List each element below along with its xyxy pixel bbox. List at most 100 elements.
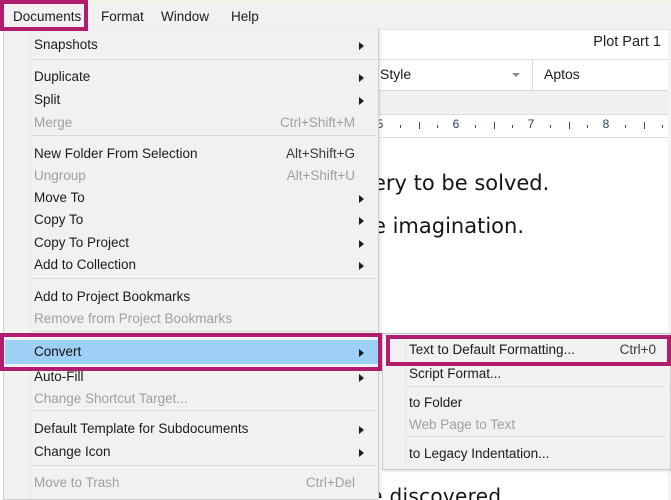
menu-item-label: Copy To bbox=[34, 212, 84, 227]
chevron-right-icon bbox=[359, 42, 364, 50]
menu-item-label: Add to Project Bookmarks bbox=[34, 289, 191, 304]
menu-item-add-to-project-bookmarks[interactable]: Add to Project Bookmarks bbox=[5, 285, 378, 309]
ruler-number-7: 7 bbox=[527, 117, 535, 131]
submenu-item-label: Script Format... bbox=[409, 366, 502, 381]
menu-item-label: Move To bbox=[34, 190, 85, 205]
menu-item-label: Add to Collection bbox=[34, 257, 137, 272]
menu-separator bbox=[32, 59, 376, 60]
menu-item-label: Remove from Project Bookmarks bbox=[34, 311, 233, 326]
menu-item-merge: Merge Ctrl+Shift+M bbox=[5, 111, 378, 135]
menu-item-label: Default Template for Subdocuments bbox=[34, 421, 249, 436]
menu-item-change-shortcut-target: Change Shortcut Target... bbox=[5, 387, 378, 411]
editor-text-line-1: ery to be solved. bbox=[378, 171, 550, 195]
ruler-tick bbox=[474, 125, 476, 128]
chevron-right-icon bbox=[359, 74, 364, 82]
menu-separator bbox=[32, 278, 376, 279]
submenu-item-label: Text to Default Formatting... bbox=[409, 342, 575, 357]
ruler-tick bbox=[643, 122, 645, 129]
submenu-item-label: Web Page to Text bbox=[409, 417, 516, 432]
menu-item-add-to-collection[interactable]: Add to Collection bbox=[5, 253, 378, 277]
chevron-right-icon bbox=[359, 374, 364, 382]
ruler-tick bbox=[568, 122, 570, 129]
submenu-item-web-page-to-text: Web Page to Text bbox=[384, 413, 670, 437]
ruler-number-8: 8 bbox=[602, 117, 610, 131]
editor-text-line-2: e imagination. bbox=[378, 214, 524, 238]
submenu-item-label: to Folder bbox=[409, 395, 463, 410]
menu-item-split[interactable]: Split bbox=[5, 88, 378, 112]
menu-item-convert[interactable]: Convert bbox=[5, 340, 378, 364]
ruler-tick bbox=[549, 125, 551, 128]
menu-item-shortcut: Alt+Shift+U bbox=[286, 168, 355, 183]
menu-item-label: New Folder From Selection bbox=[34, 146, 198, 161]
submenu-separator bbox=[407, 386, 665, 387]
editor-toolbar-band bbox=[378, 91, 671, 115]
menu-item-copy-to-project[interactable]: Copy To Project bbox=[5, 231, 378, 255]
convert-submenu[interactable]: Text to Default Formatting... Ctrl+0 Scrip… bbox=[382, 333, 671, 470]
chevron-right-icon bbox=[359, 217, 364, 225]
chevron-right-icon bbox=[359, 426, 364, 434]
style-dropdown[interactable]: Style bbox=[378, 60, 533, 90]
menu-item-move-to[interactable]: Move To bbox=[5, 186, 378, 210]
menu-item-snapshots[interactable]: Snapshots bbox=[5, 33, 378, 57]
chevron-right-icon bbox=[359, 97, 364, 105]
menu-separator bbox=[32, 135, 376, 136]
menu-item-shortcut: Alt+Shift+G bbox=[285, 146, 355, 161]
menu-item-label: Auto-Fill bbox=[34, 369, 84, 384]
menu-item-new-folder-from-selection[interactable]: New Folder From Selection Alt+Shift+G bbox=[5, 142, 378, 166]
submenu-item-shortcut: Ctrl+0 bbox=[619, 342, 656, 357]
submenu-item-script-format[interactable]: Script Format... bbox=[384, 362, 670, 386]
style-dropdown-label: Style bbox=[380, 66, 412, 82]
menu-item-label: Merge bbox=[34, 115, 73, 130]
ruler-tick bbox=[662, 125, 664, 128]
document-title: Plot Part 1 bbox=[593, 34, 661, 50]
submenu-item-text-to-default-formatting[interactable]: Text to Default Formatting... Ctrl+0 bbox=[384, 338, 670, 362]
menubar-item-documents[interactable]: Documents bbox=[4, 4, 90, 29]
menu-item-label: Convert bbox=[34, 344, 82, 359]
menu-item-default-template-for-subdocuments[interactable]: Default Template for Subdocuments bbox=[5, 417, 378, 441]
ruler-tick bbox=[493, 122, 495, 129]
menu-item-move-to-trash: Move to Trash Ctrl+Del bbox=[5, 471, 378, 495]
menu-item-remove-from-project-bookmarks: Remove from Project Bookmarks bbox=[5, 307, 378, 331]
ruler-tick bbox=[399, 125, 401, 128]
menu-item-ungroup: Ungroup Alt+Shift+U bbox=[5, 164, 378, 188]
menu-item-auto-fill[interactable]: Auto-Fill bbox=[5, 365, 378, 389]
chevron-right-icon bbox=[359, 262, 364, 270]
menu-item-label: Change Icon bbox=[34, 444, 111, 459]
menu-item-label: Ungroup bbox=[34, 168, 86, 183]
menu-item-label: Snapshots bbox=[34, 37, 98, 52]
chevron-right-icon bbox=[359, 240, 364, 248]
submenu-item-to-folder[interactable]: to Folder bbox=[384, 391, 670, 415]
chevron-right-icon bbox=[359, 349, 364, 357]
menu-item-duplicate[interactable]: Duplicate bbox=[5, 65, 378, 89]
menu-item-shortcut: Ctrl+Del bbox=[305, 475, 355, 490]
menu-item-label: Split bbox=[34, 92, 61, 107]
menu-item-label: Change Shortcut Target... bbox=[34, 391, 188, 406]
application-window: Plot Part 1 Style Aptos 5678 ery to be s… bbox=[0, 0, 671, 500]
menu-separator bbox=[32, 331, 376, 332]
ruler-tick bbox=[624, 125, 626, 128]
menu-bar[interactable]: Documents Format Window Help bbox=[0, 4, 671, 30]
ruler-tick bbox=[512, 125, 514, 128]
menubar-item-format[interactable]: Format bbox=[92, 4, 153, 29]
menu-item-shortcut: Ctrl+Shift+M bbox=[279, 115, 355, 130]
ruler-tick bbox=[418, 122, 420, 129]
chevron-right-icon bbox=[359, 449, 364, 457]
ruler[interactable]: 5678 bbox=[378, 115, 671, 138]
editor-header: Plot Part 1 bbox=[378, 29, 671, 60]
font-name-field[interactable]: Aptos bbox=[544, 66, 580, 82]
submenu-item-to-legacy-indentation[interactable]: to Legacy Indentation... bbox=[384, 442, 670, 466]
menu-separator bbox=[32, 465, 376, 466]
menu-item-label: Move to Trash bbox=[34, 475, 120, 490]
documents-dropdown-menu[interactable]: Snapshots Duplicate Split Merge Ctrl+Shift+M… bbox=[3, 29, 379, 500]
chevron-down-icon bbox=[512, 73, 520, 77]
menu-item-change-icon[interactable]: Change Icon bbox=[5, 440, 378, 464]
format-toolbar: Style Aptos bbox=[378, 60, 671, 91]
menubar-item-window[interactable]: Window bbox=[152, 4, 218, 29]
ruler-number-6: 6 bbox=[452, 117, 460, 131]
submenu-item-label: to Legacy Indentation... bbox=[409, 446, 550, 461]
menu-item-copy-to[interactable]: Copy To bbox=[5, 208, 378, 232]
ruler-tick bbox=[587, 125, 589, 128]
menubar-item-help[interactable]: Help bbox=[222, 4, 268, 29]
menu-item-label: Copy To Project bbox=[34, 235, 130, 250]
ruler-tick bbox=[437, 125, 439, 128]
